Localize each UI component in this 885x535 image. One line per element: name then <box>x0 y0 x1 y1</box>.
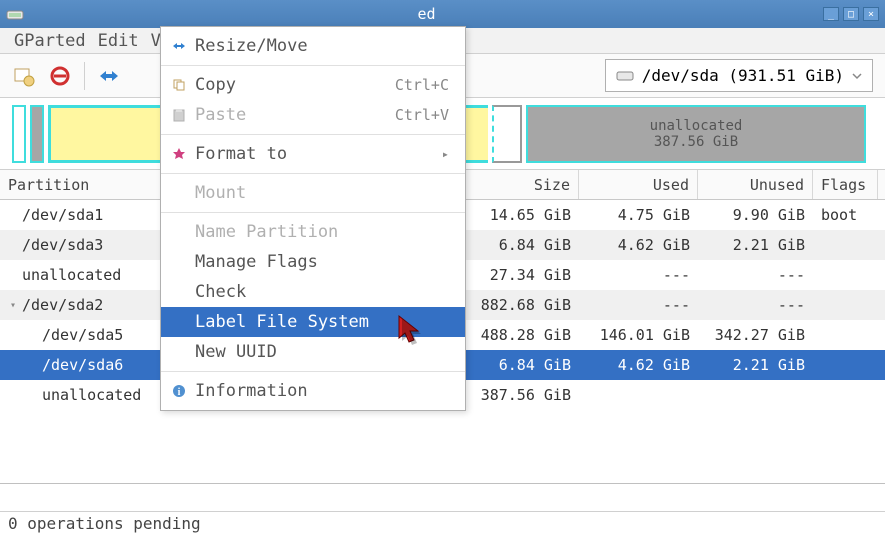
new-partition-icon[interactable] <box>12 64 36 88</box>
menu-gparted[interactable]: GParted <box>10 29 90 53</box>
unalloc-label: unallocated <box>650 118 743 134</box>
flags-cell <box>813 320 878 350</box>
menu-paste: Paste Ctrl+V <box>161 100 465 130</box>
size-cell: 6.84 GiB <box>457 350 579 380</box>
size-cell: 488.28 GiB <box>457 320 579 350</box>
resize-icon <box>171 38 187 54</box>
expander-icon[interactable]: ▾ <box>10 300 16 311</box>
size-cell: 14.65 GiB <box>457 200 579 230</box>
toolbar-separator <box>84 62 85 90</box>
format-icon <box>171 146 187 162</box>
unused-cell: 2.21 GiB <box>698 230 813 260</box>
menu-label: Information <box>195 381 449 401</box>
menu-information[interactable]: i Information <box>161 376 465 406</box>
close-button[interactable]: × <box>863 7 879 21</box>
used-cell: 4.75 GiB <box>579 200 698 230</box>
menu-check[interactable]: Check <box>161 277 465 307</box>
menu-label: Paste <box>195 105 387 125</box>
menu-label: Manage Flags <box>195 252 449 272</box>
window-controls: _ □ × <box>823 7 879 21</box>
flags-cell <box>813 230 878 260</box>
disk-icon <box>616 69 634 83</box>
flags-cell: boot <box>813 200 878 230</box>
menu-separator <box>161 173 465 174</box>
menu-label: Copy <box>195 75 387 95</box>
menu-mount: Mount <box>161 178 465 208</box>
menu-accel: Ctrl+C <box>395 76 449 94</box>
svg-text:i: i <box>178 387 181 398</box>
menu-edit[interactable]: Edit <box>94 29 143 53</box>
menu-separator <box>161 212 465 213</box>
flags-cell <box>813 350 878 380</box>
maximize-button[interactable]: □ <box>843 7 859 21</box>
used-cell: 4.62 GiB <box>579 350 698 380</box>
size-cell: 6.84 GiB <box>457 230 579 260</box>
unused-cell: 9.90 GiB <box>698 200 813 230</box>
unused-cell: 342.27 GiB <box>698 320 813 350</box>
context-menu: Resize/Move Copy Ctrl+C Paste Ctrl+V For… <box>160 26 466 411</box>
menu-label: Format to <box>195 144 434 164</box>
flags-cell <box>813 290 878 320</box>
device-selector[interactable]: /dev/sda (931.51 GiB) <box>605 59 873 92</box>
menu-label: Resize/Move <box>195 36 449 56</box>
minimize-button[interactable]: _ <box>823 7 839 21</box>
unused-cell: --- <box>698 290 813 320</box>
used-cell: --- <box>579 290 698 320</box>
used-cell: --- <box>579 260 698 290</box>
copy-icon <box>171 77 187 93</box>
menu-label: Name Partition <box>195 222 449 242</box>
menu-resize-move[interactable]: Resize/Move <box>161 31 465 61</box>
header-unused[interactable]: Unused <box>698 170 813 199</box>
unalloc-size: 387.56 GiB <box>654 134 738 150</box>
delete-icon[interactable] <box>48 64 72 88</box>
unused-cell <box>698 380 813 410</box>
header-used[interactable]: Used <box>579 170 698 199</box>
flags-cell <box>813 380 878 410</box>
disk-seg-unallocated[interactable]: unallocated 387.56 GiB <box>526 105 866 163</box>
titlebar: ed _ □ × <box>0 0 885 28</box>
size-cell: 882.68 GiB <box>457 290 579 320</box>
app-icon <box>6 5 24 23</box>
unused-cell: 2.21 GiB <box>698 350 813 380</box>
used-cell: 4.62 GiB <box>579 230 698 260</box>
device-label: /dev/sda (931.51 GiB) <box>642 66 844 85</box>
disk-seg-sda3[interactable] <box>30 105 44 163</box>
menu-accel: Ctrl+V <box>395 106 449 124</box>
menu-label: Mount <box>195 183 449 203</box>
size-cell: 27.34 GiB <box>457 260 579 290</box>
titlebar-text: ed <box>30 5 823 23</box>
menu-copy[interactable]: Copy Ctrl+C <box>161 70 465 100</box>
menu-name-partition: Name Partition <box>161 217 465 247</box>
unused-cell: --- <box>698 260 813 290</box>
mouse-cursor <box>396 314 426 348</box>
statusbar: 0 operations pending <box>0 483 885 535</box>
used-cell <box>579 380 698 410</box>
menu-separator <box>161 371 465 372</box>
submenu-arrow-icon: ▸ <box>442 147 449 161</box>
menu-label: Check <box>195 282 449 302</box>
menu-separator <box>161 65 465 66</box>
disk-seg-sda6[interactable] <box>492 105 522 163</box>
menu-format-to[interactable]: Format to ▸ <box>161 139 465 169</box>
info-icon: i <box>171 383 187 399</box>
disk-seg-sda1[interactable] <box>12 105 26 163</box>
chevron-down-icon <box>852 71 862 81</box>
header-flags[interactable]: Flags <box>813 170 878 199</box>
menu-separator <box>161 134 465 135</box>
flags-cell <box>813 260 878 290</box>
menu-manage-flags[interactable]: Manage Flags <box>161 247 465 277</box>
paste-icon <box>171 107 187 123</box>
status-text: 0 operations pending <box>0 511 885 535</box>
header-size[interactable]: Size <box>457 170 579 199</box>
size-cell: 387.56 GiB <box>457 380 579 410</box>
used-cell: 146.01 GiB <box>579 320 698 350</box>
resize-icon[interactable] <box>97 64 121 88</box>
